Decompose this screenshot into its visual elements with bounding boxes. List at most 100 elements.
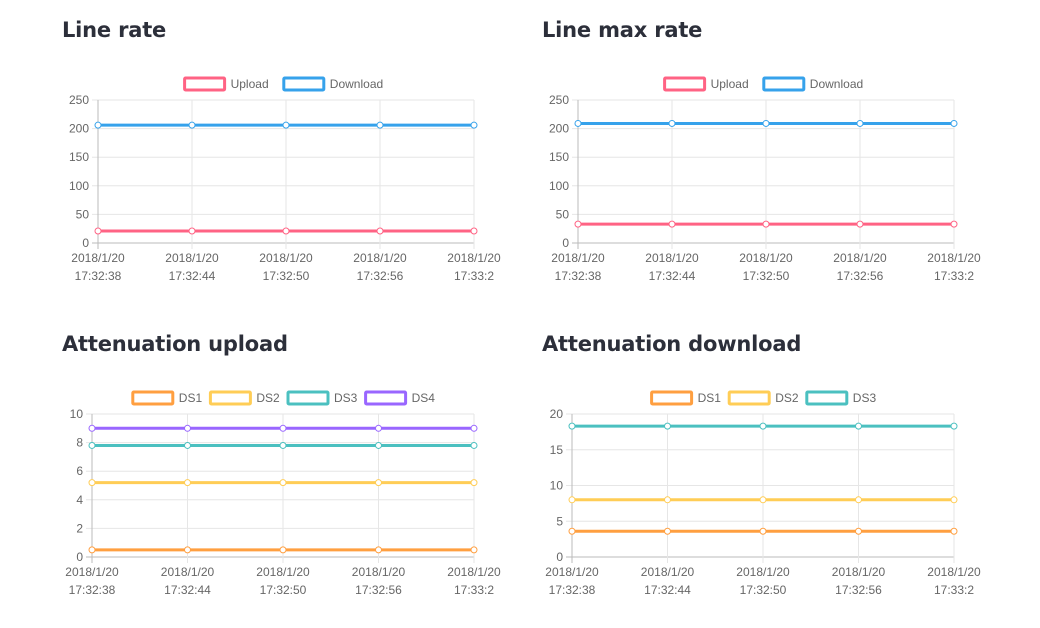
x-tick-label: 17:33:2 (934, 269, 974, 283)
x-tick-label: 17:33:2 (934, 583, 974, 597)
chart-panel-line-max-rate: Line max rate 0 50 100 150 200 250 2018/1/20 17… (542, 14, 1002, 314)
data-point (88, 546, 96, 554)
y-tick-label: 150 (549, 150, 569, 164)
data-point (375, 546, 382, 554)
x-tick-label: 2018/1/20 (736, 565, 790, 579)
x-tick-label: 2018/1/20 (259, 251, 313, 265)
y-tick-label: 10 (70, 407, 84, 421)
data-point (376, 227, 384, 235)
y-tick-label: 0 (82, 236, 89, 250)
y-tick-label: 5 (556, 514, 563, 528)
data-point (88, 424, 96, 432)
line-rate-chart: 0 50 100 150 200 250 2018/1/20 17:32:38 2018/1/2… (69, 76, 501, 283)
y-tick-label: 50 (76, 207, 90, 221)
x-tick-label: 2018/1/20 (165, 251, 219, 265)
x-tick-label: 2018/1/20 (353, 251, 407, 265)
data-point (470, 546, 478, 554)
x-tick-label: 17:32:44 (644, 583, 691, 597)
x-tick-label: 17:32:38 (75, 269, 122, 283)
data-point (664, 527, 671, 535)
legend-label: Download (810, 77, 863, 91)
x-tick-label: 17:32:44 (169, 269, 216, 283)
x-tick-label: 2018/1/20 (161, 565, 215, 579)
x-tick-label: 2018/1/20 (927, 251, 981, 265)
data-point (759, 527, 767, 535)
y-tick-label: 100 (69, 179, 89, 193)
data-point (188, 121, 196, 129)
y-tick-label: 20 (550, 407, 564, 421)
y-tick-label: 4 (76, 493, 83, 507)
y-tick-label: 6 (76, 464, 83, 478)
y-tick-label: 200 (69, 122, 89, 136)
legend-label: DS1 (179, 391, 203, 405)
data-point (759, 422, 767, 430)
x-tick-label: 17:32:38 (555, 269, 602, 283)
data-point (664, 422, 671, 430)
data-point (950, 220, 958, 228)
legend-label: Download (330, 77, 383, 91)
y-tick-label: 150 (69, 150, 89, 164)
data-point (855, 527, 862, 535)
legend-label: DS3 (853, 391, 877, 405)
chart-panel-line-rate: Line rate 0 50 100 150 200 250 2018/1/20 17:32:… (62, 14, 522, 314)
data-point (950, 422, 958, 430)
x-tick-label: 2018/1/20 (71, 251, 125, 265)
data-point (184, 424, 191, 432)
y-tick-label: 10 (550, 479, 564, 493)
data-point (664, 496, 671, 504)
y-tick-label: 200 (549, 122, 569, 136)
data-point (184, 546, 191, 554)
chart-panel-attenuation-upload: Attenuation upload 0 2 4 6 8 10 2018/1/20 17:32… (62, 328, 522, 628)
data-point (184, 479, 191, 487)
x-tick-label: 17:32:44 (649, 269, 696, 283)
data-point (574, 220, 582, 228)
data-point (568, 496, 576, 504)
data-point (950, 527, 958, 535)
data-point (88, 441, 96, 449)
data-point (94, 227, 102, 235)
legend-swatch (650, 390, 694, 406)
x-tick-label: 2018/1/20 (832, 565, 886, 579)
x-tick-label: 2018/1/20 (352, 565, 406, 579)
x-tick-label: 17:32:56 (835, 583, 882, 597)
data-point (279, 546, 287, 554)
data-point (568, 527, 576, 535)
data-point (574, 119, 582, 127)
x-tick-label: 17:32:38 (69, 583, 116, 597)
legend-label: Upload (711, 77, 749, 91)
legend-label: DS4 (412, 391, 436, 405)
data-point (759, 496, 767, 504)
y-tick-label: 8 (76, 436, 83, 450)
legend-label: DS3 (334, 391, 358, 405)
data-point (375, 424, 382, 432)
x-tick-label: 2018/1/20 (645, 251, 699, 265)
line-max-rate-chart: 0 50 100 150 200 250 2018/1/20 17:32:38 2018/1/2… (549, 76, 981, 283)
data-point (279, 424, 287, 432)
legend-swatch (208, 390, 252, 406)
data-point (762, 119, 770, 127)
x-tick-label: 17:32:44 (164, 583, 211, 597)
x-tick-label: 2018/1/20 (256, 565, 310, 579)
data-point (856, 119, 864, 127)
data-point (568, 422, 576, 430)
data-point (88, 479, 96, 487)
legend-label: DS2 (775, 391, 799, 405)
x-tick-label: 2018/1/20 (739, 251, 793, 265)
x-tick-label: 17:32:50 (260, 583, 307, 597)
x-tick-label: 2018/1/20 (65, 565, 119, 579)
legend-label: DS1 (698, 391, 722, 405)
data-point (668, 119, 676, 127)
y-tick-label: 100 (549, 179, 569, 193)
legend-swatch (282, 76, 326, 92)
legend-swatch (286, 390, 330, 406)
y-tick-label: 250 (69, 93, 89, 107)
legend-swatch (805, 390, 849, 406)
data-point (855, 496, 862, 504)
y-tick-label: 0 (562, 236, 569, 250)
y-tick-label: 0 (76, 550, 83, 564)
data-point (950, 496, 958, 504)
data-point (184, 441, 191, 449)
data-point (470, 227, 478, 235)
x-tick-label: 17:32:50 (743, 269, 790, 283)
x-tick-label: 17:32:56 (355, 583, 402, 597)
